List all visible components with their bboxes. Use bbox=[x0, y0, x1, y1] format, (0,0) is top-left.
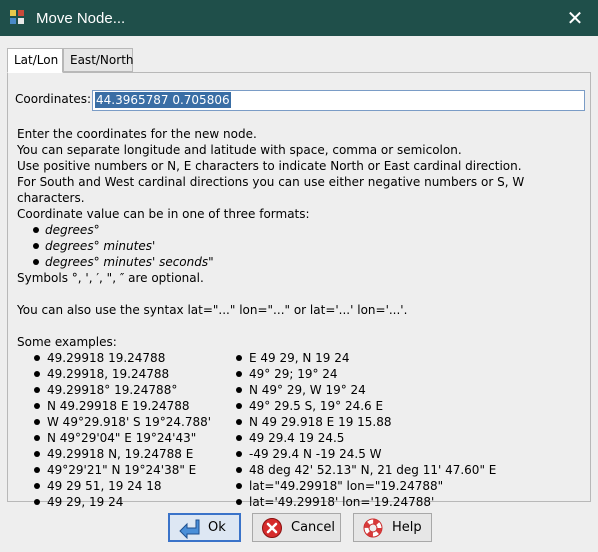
cancel-icon bbox=[261, 517, 283, 539]
example-item: 49 29.4 19 24.5 bbox=[235, 430, 535, 446]
example-item: 48 deg 42' 52.13" N, 21 deg 11' 47.60" E bbox=[235, 462, 535, 478]
close-button[interactable]: ✕ bbox=[552, 0, 598, 36]
example-item: lat='49.29918' lon='19.24788' bbox=[235, 494, 535, 510]
example-item: 49 29, 19 24 bbox=[33, 494, 219, 510]
ok-button[interactable]: Ok bbox=[168, 513, 241, 542]
ok-label: Ok bbox=[208, 520, 226, 535]
symbols-note: Symbols °, ', ′, ", ″ are optional. bbox=[17, 271, 204, 285]
examples-right-column: E 49 29, N 19 24 49° 29; 19° 24 N 49° 29… bbox=[219, 350, 535, 510]
tab-lat-lon[interactable]: Lat/Lon bbox=[7, 48, 63, 73]
help-text: Enter the coordinates for the new node. … bbox=[17, 126, 585, 510]
example-item: N 49°29'04" E 19°24'43" bbox=[33, 430, 219, 446]
example-item: 49 29 51, 19 24 18 bbox=[33, 478, 219, 494]
example-item: N 49.29918 E 19.24788 bbox=[33, 398, 219, 414]
example-item: 49.29918 19.24788 bbox=[33, 350, 219, 366]
example-item: N 49 29.918 E 19 15.88 bbox=[235, 414, 535, 430]
title-bar: Move Node... ✕ bbox=[0, 0, 598, 36]
tab-east-north[interactable]: East/North bbox=[63, 48, 134, 72]
help-line: Use positive numbers or N, E characters … bbox=[17, 159, 522, 173]
example-item: W 49°29.918' S 19°24.788' bbox=[33, 414, 219, 430]
help-line: Coordinate value can be in one of three … bbox=[17, 207, 310, 221]
examples-left-column: 49.29918 19.24788 49.29918, 19.24788 49.… bbox=[17, 350, 219, 510]
help-line: You can separate longitude and latitude … bbox=[17, 143, 462, 157]
help-line: Enter the coordinates for the new node. bbox=[17, 127, 257, 141]
coordinates-value: 44.3965787 0.705806 bbox=[95, 92, 231, 108]
syntax-note: You can also use the syntax lat="..." lo… bbox=[17, 303, 408, 317]
josm-app-icon bbox=[10, 10, 26, 26]
window-title: Move Node... bbox=[36, 9, 126, 27]
help-button[interactable]: Help bbox=[353, 513, 432, 542]
lat-lon-panel: Coordinates: 44.3965787 0.705806 Enter t… bbox=[7, 72, 591, 509]
coordinates-label: Coordinates: bbox=[15, 92, 92, 106]
example-item: 49.29918 N, 19.24788 E bbox=[33, 446, 219, 462]
format-item: degrees° minutes' seconds" bbox=[33, 254, 585, 270]
example-item: 49° 29; 19° 24 bbox=[235, 366, 535, 382]
ok-arrow-icon bbox=[178, 517, 200, 539]
coordinates-input[interactable]: 44.3965787 0.705806 bbox=[92, 90, 585, 111]
help-label: Help bbox=[392, 520, 422, 535]
examples-list: 49.29918 19.24788 49.29918, 19.24788 49.… bbox=[17, 350, 585, 510]
examples-heading: Some examples: bbox=[17, 335, 117, 349]
example-item: N 49° 29, W 19° 24 bbox=[235, 382, 535, 398]
example-item: 49° 29.5 S, 19° 24.6 E bbox=[235, 398, 535, 414]
format-item: degrees° minutes' bbox=[33, 238, 585, 254]
help-line: For South and West cardinal directions y… bbox=[17, 175, 525, 205]
example-item: 49.29918, 19.24788 bbox=[33, 366, 219, 382]
close-icon: ✕ bbox=[566, 6, 584, 30]
format-item: degrees° bbox=[33, 222, 585, 238]
button-bar: Ok Cancel Help bbox=[0, 510, 598, 546]
help-lifebuoy-icon bbox=[362, 517, 384, 539]
cancel-label: Cancel bbox=[291, 520, 336, 535]
example-item: 49°29'21" N 19°24'38" E bbox=[33, 462, 219, 478]
example-item: 49.29918° 19.24788° bbox=[33, 382, 219, 398]
example-item: E 49 29, N 19 24 bbox=[235, 350, 535, 366]
format-list: degrees° degrees° minutes' degrees° minu… bbox=[17, 222, 585, 270]
example-item: lat="49.29918" lon="19.24788" bbox=[235, 478, 535, 494]
cancel-button[interactable]: Cancel bbox=[252, 513, 341, 542]
example-item: -49 29.4 N -19 24.5 W bbox=[235, 446, 535, 462]
